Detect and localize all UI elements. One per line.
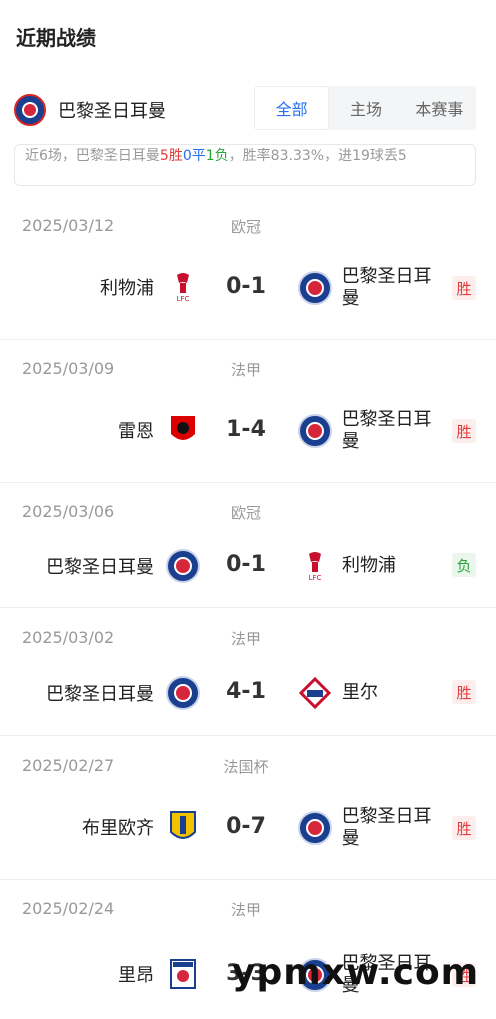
- home-team: 里昂: [118, 957, 200, 991]
- result-badge: 负: [452, 553, 476, 577]
- match-date: 2025/03/06: [22, 502, 115, 521]
- away-team-name: 利物浦: [342, 555, 396, 576]
- psg-logo-icon: [298, 811, 332, 845]
- match-competition: 法甲: [230, 630, 261, 648]
- briochin-logo-icon: [166, 810, 200, 844]
- section-title: 近期战绩: [16, 26, 96, 50]
- psg-logo-icon: [298, 414, 332, 448]
- away-team: 巴黎圣日耳曼: [298, 409, 448, 453]
- svg-text:LFC: LFC: [309, 574, 322, 582]
- result-badge: 胜: [452, 419, 476, 443]
- away-team: 巴黎圣日耳曼: [298, 266, 448, 310]
- match-competition: 欧冠: [230, 218, 261, 236]
- watermark: ypmxw.com: [232, 952, 480, 993]
- away-team: LFC 利物浦: [298, 549, 448, 583]
- match-row[interactable]: 2025/03/06 欧冠 巴黎圣日耳曼 0-1 LFC 利物浦 负: [0, 486, 496, 608]
- home-team: 利物浦 LFC: [100, 270, 200, 304]
- home-team-name: 巴黎圣日耳曼: [46, 557, 154, 578]
- liverpool-logo-icon: LFC: [298, 549, 332, 583]
- match-date: 2025/03/12: [22, 216, 115, 235]
- match-row[interactable]: 2025/03/02 法甲 巴黎圣日耳曼 4-1 里尔 胜: [0, 612, 496, 736]
- match-score: 1-4: [226, 417, 266, 442]
- match-score: 4-1: [226, 679, 266, 704]
- home-team-name: 布里欧齐: [82, 818, 154, 839]
- summary-wins: 5胜: [159, 148, 183, 164]
- away-team-name: 巴黎圣日耳曼: [341, 266, 432, 309]
- match-row[interactable]: 2025/03/09 法甲 雷恩 1-4 巴黎圣日耳曼 胜: [0, 343, 496, 483]
- match-row[interactable]: 2025/02/27 法国杯 布里欧齐 0-7 巴黎圣日耳曼 胜: [0, 740, 496, 880]
- match-score: 0-1: [226, 274, 266, 299]
- psg-logo-icon: [166, 676, 200, 710]
- home-team-name: 巴黎圣日耳曼: [46, 684, 154, 705]
- match-date: 2025/03/02: [22, 628, 115, 647]
- home-team: 布里欧齐: [82, 810, 200, 844]
- home-team: 巴黎圣日耳曼: [46, 549, 200, 583]
- match-date: 2025/03/09: [22, 359, 115, 378]
- match-date: 2025/02/27: [22, 756, 115, 775]
- home-team-name: 利物浦: [100, 278, 154, 299]
- match-competition: 法国杯: [223, 758, 269, 776]
- record-summary: 近6场，巴黎圣日耳曼5胜0平1负，胜率83.33%，进19球丢5: [14, 144, 476, 186]
- result-badge: 胜: [452, 276, 476, 300]
- home-team-name: 雷恩: [118, 421, 154, 442]
- match-competition: 欧冠: [230, 504, 261, 522]
- summary-draws: 0平: [182, 148, 206, 164]
- filter-tabs: 全部 主场 本赛事: [254, 86, 476, 130]
- away-team: 里尔: [298, 676, 448, 710]
- match-competition: 法甲: [230, 361, 261, 379]
- psg-logo-icon: [14, 94, 46, 126]
- away-team-name: 巴黎圣日耳曼: [341, 409, 432, 452]
- psg-logo-icon: [298, 271, 332, 305]
- tab-all[interactable]: 全部: [254, 86, 330, 130]
- match-score: 0-7: [226, 814, 266, 839]
- match-row[interactable]: 2025/02/24 法甲 里昂 3-3 巴黎圣日耳曼 胜: [0, 883, 496, 1019]
- away-team-name: 巴黎圣日耳曼: [341, 806, 432, 849]
- tab-this-competition[interactable]: 本赛事: [403, 86, 476, 130]
- svg-text:LFC: LFC: [177, 295, 190, 303]
- lille-logo-icon: [298, 676, 332, 710]
- match-competition: 法甲: [230, 901, 261, 919]
- match-score: 0-1: [226, 552, 266, 577]
- match-row[interactable]: 2025/03/12 欧冠 利物浦 LFC 0-1 巴黎圣日耳曼 胜: [0, 200, 496, 340]
- rennes-logo-icon: [166, 413, 200, 447]
- home-team: 巴黎圣日耳曼: [46, 676, 200, 710]
- home-team: 雷恩: [118, 413, 200, 447]
- tab-home[interactable]: 主场: [329, 86, 402, 130]
- team-name: 巴黎圣日耳曼: [58, 101, 166, 122]
- summary-suffix: ，胜率83.33%，进19球丢5: [228, 148, 407, 164]
- home-team-name: 里昂: [118, 965, 154, 986]
- psg-logo-icon: [166, 549, 200, 583]
- result-badge: 胜: [452, 816, 476, 840]
- lyon-logo-icon: [166, 957, 200, 991]
- summary-losses: 1负: [205, 148, 229, 164]
- result-badge: 胜: [452, 680, 476, 704]
- liverpool-logo-icon: LFC: [166, 270, 200, 304]
- match-date: 2025/02/24: [22, 899, 115, 918]
- summary-prefix: 近6场，巴黎圣日耳曼: [25, 148, 160, 164]
- away-team: 巴黎圣日耳曼: [298, 806, 448, 850]
- away-team-name: 里尔: [342, 682, 378, 703]
